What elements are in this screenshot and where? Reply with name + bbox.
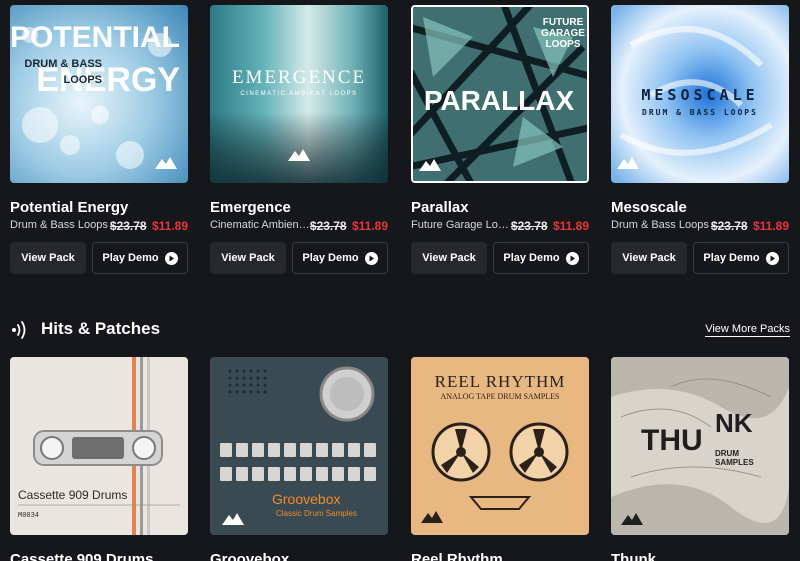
- sale-price: $11.89: [552, 219, 589, 233]
- cover-potential-energy[interactable]: POTENTIAL ENERGY DRUM & BASS LOOPS: [10, 5, 188, 183]
- pack-title[interactable]: Emergence: [210, 199, 291, 216]
- original-price: $23.78: [710, 219, 748, 233]
- sound-waves-icon: [10, 320, 30, 345]
- cover-text-line: PARALLAX: [424, 85, 575, 116]
- play-icon: [565, 251, 579, 265]
- cover-text-line: EMERGENCE: [232, 67, 366, 88]
- cover-text-line: CINEMATIC AMBIENT LOOPS: [240, 91, 357, 97]
- cover-text-line: GARAGE: [541, 28, 585, 39]
- pack-price: $23.78 $11.89: [511, 219, 589, 233]
- cover-text-line: Cassette 909 Drums: [18, 488, 127, 502]
- play-demo-label: Play Demo: [302, 252, 359, 264]
- play-icon: [164, 251, 178, 265]
- cover-text-line: THU: [641, 424, 703, 457]
- cover-text-line: DRUM & BASS LOOPS: [642, 108, 758, 117]
- cover-text-line: M0034: [18, 512, 39, 520]
- pack-title[interactable]: Groovebox: [210, 551, 289, 561]
- cover-mesoscale[interactable]: MESOSCALE DRUM & BASS LOOPS: [611, 5, 789, 183]
- play-demo-label: Play Demo: [102, 252, 159, 264]
- view-pack-button[interactable]: View Pack: [611, 242, 687, 274]
- cover-parallax[interactable]: FUTURE GARAGE LOOPS PARALLAX: [411, 5, 589, 183]
- pack-price: $23.78 $11.89: [711, 219, 789, 233]
- sale-price: $11.89: [752, 219, 789, 233]
- pack-title[interactable]: Thunk: [611, 551, 656, 561]
- play-icon: [765, 251, 779, 265]
- cover-text-line: LOOPS: [63, 74, 102, 86]
- pack-title[interactable]: Reel Rhythm: [411, 551, 503, 561]
- pack-subtitle: Drum & Bass Loops: [611, 219, 709, 231]
- cover-text-line: DRUM: [715, 449, 739, 458]
- pack-title[interactable]: Mesoscale: [611, 199, 687, 216]
- cover-emergence[interactable]: EMERGENCE CINEMATIC AMBIENT LOOPS: [210, 5, 388, 183]
- original-price: $23.78: [510, 219, 548, 233]
- play-demo-button[interactable]: Play Demo: [493, 242, 589, 274]
- cover-text-line: DRUM & BASS: [24, 58, 102, 70]
- pack-subtitle: Future Garage Loops: [411, 219, 511, 231]
- view-pack-button[interactable]: View Pack: [411, 242, 487, 274]
- play-demo-button[interactable]: Play Demo: [92, 242, 188, 274]
- original-price: $23.78: [109, 219, 147, 233]
- cover-text-line: REEL RHYTHM: [435, 372, 566, 391]
- cover-text-line: Groovebox: [272, 491, 340, 507]
- view-pack-button[interactable]: View Pack: [10, 242, 86, 274]
- play-icon: [364, 251, 378, 265]
- cover-text-line: NK: [715, 408, 753, 438]
- sale-price: $11.89: [351, 219, 388, 233]
- cover-text-line: MESOSCALE: [641, 86, 758, 104]
- section-title: Hits & Patches: [41, 319, 161, 338]
- pack-price: $23.78 $11.89: [110, 219, 188, 233]
- cover-text-line: ANALOG TAPE DRUM SAMPLES: [440, 392, 559, 401]
- play-demo-button[interactable]: Play Demo: [693, 242, 789, 274]
- cover-text-line: LOOPS: [545, 39, 580, 50]
- cover-text-line: SAMPLES: [715, 458, 754, 467]
- cover-groovebox[interactable]: Groovebox Classic Drum Samples: [210, 357, 388, 535]
- sale-price: $11.89: [151, 219, 188, 233]
- original-price: $23.78: [309, 219, 347, 233]
- pack-subtitle: Drum & Bass Loops: [10, 219, 108, 231]
- view-more-packs-link[interactable]: View More Packs: [705, 323, 790, 337]
- play-demo-label: Play Demo: [703, 252, 760, 264]
- pack-title[interactable]: Parallax: [411, 199, 469, 216]
- play-demo-label: Play Demo: [503, 252, 560, 264]
- cover-text-line: FUTURE: [543, 17, 584, 28]
- play-demo-button[interactable]: Play Demo: [292, 242, 388, 274]
- pack-title[interactable]: Potential Energy: [10, 199, 128, 216]
- view-pack-button[interactable]: View Pack: [210, 242, 286, 274]
- pack-subtitle: Cinematic Ambient…: [210, 219, 310, 231]
- cover-thunk[interactable]: THU NK DRUM SAMPLES: [611, 357, 789, 535]
- section-header-hits-patches: Hits & Patches View More Packs: [10, 316, 790, 344]
- pack-price: $23.78 $11.89: [310, 219, 388, 233]
- cover-text-line: POTENTIAL: [10, 21, 180, 54]
- cover-text-line: Classic Drum Samples: [276, 509, 357, 518]
- cover-reel-rhythm[interactable]: REEL RHYTHM ANALOG TAPE DRUM SAMPLES: [411, 357, 589, 535]
- cover-cassette-909-drums[interactable]: Cassette 909 Drums M0034: [10, 357, 188, 535]
- pack-title[interactable]: Cassette 909 Drums: [10, 551, 153, 561]
